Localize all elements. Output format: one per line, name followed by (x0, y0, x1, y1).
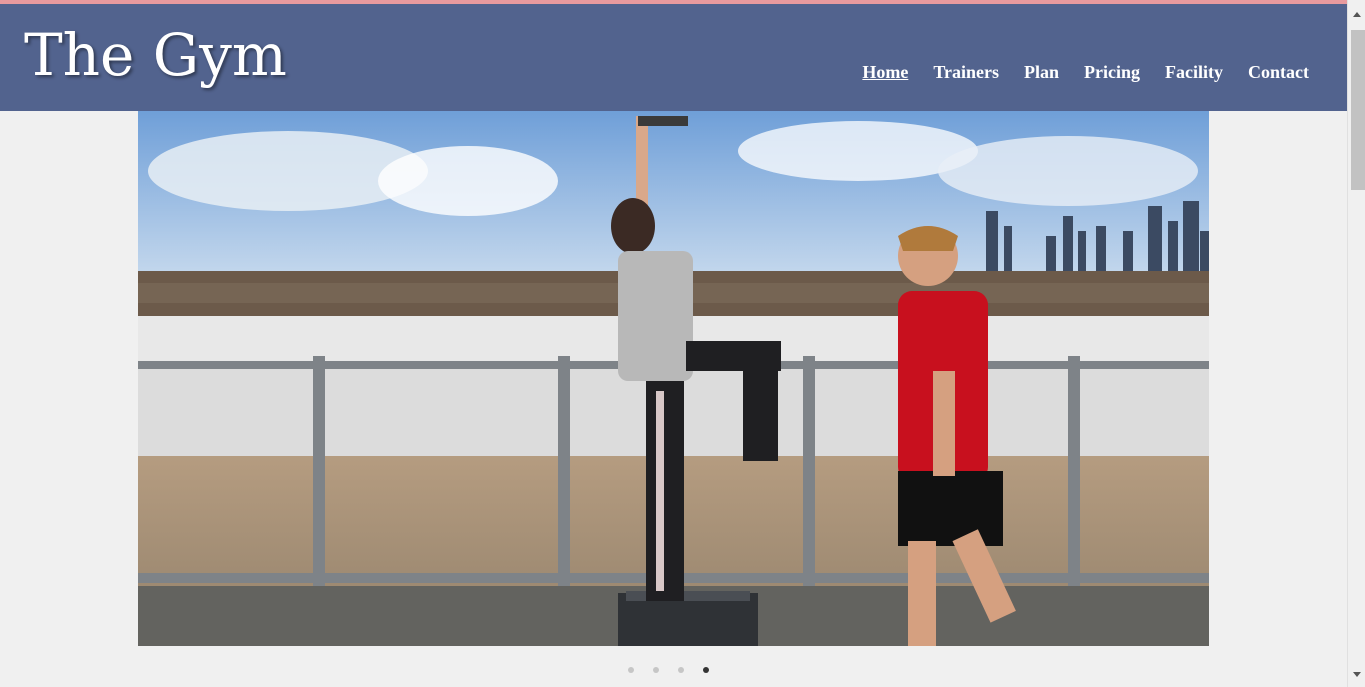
hero-slider[interactable] (138, 111, 1209, 646)
hero-slide-image (138, 111, 1209, 646)
site-header: The Gym Home Trainers Plan Pricing Facil… (0, 4, 1347, 111)
slider-dots (628, 667, 709, 673)
slider-dot-3[interactable] (678, 667, 684, 673)
scroll-down-arrow-icon[interactable] (1348, 666, 1365, 683)
page-scrollbar[interactable] (1347, 0, 1365, 687)
slider-dot-1[interactable] (628, 667, 634, 673)
nav-trainers[interactable]: Trainers (933, 62, 999, 83)
nav-pricing[interactable]: Pricing (1084, 62, 1140, 83)
slider-dot-4[interactable] (703, 667, 709, 673)
main-nav: Home Trainers Plan Pricing Facility Cont… (862, 62, 1309, 83)
nav-contact[interactable]: Contact (1248, 62, 1309, 83)
scrollbar-thumb[interactable] (1351, 30, 1365, 190)
nav-facility[interactable]: Facility (1165, 62, 1223, 83)
nav-home[interactable]: Home (862, 62, 908, 83)
nav-plan[interactable]: Plan (1024, 62, 1059, 83)
site-logo[interactable]: The Gym (24, 26, 287, 84)
slider-dot-2[interactable] (653, 667, 659, 673)
scroll-up-arrow-icon[interactable] (1348, 6, 1365, 23)
